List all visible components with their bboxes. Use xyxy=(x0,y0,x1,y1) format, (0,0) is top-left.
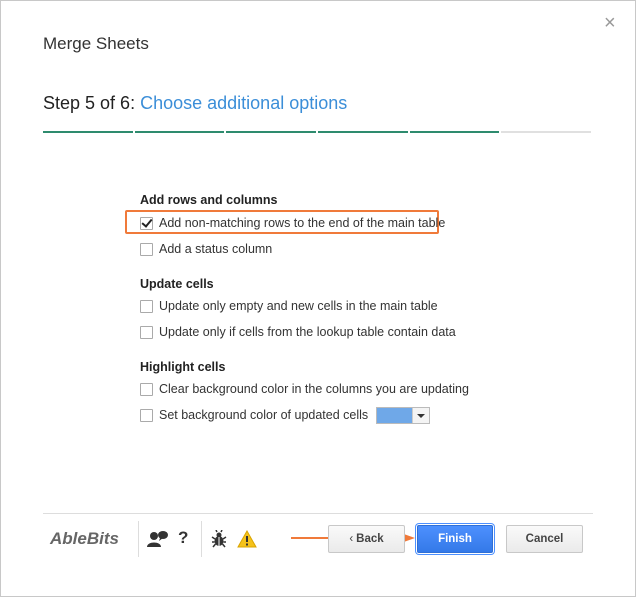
step-header: Step 5 of 6: Choose additional options xyxy=(43,93,347,114)
help-icon[interactable]: ? xyxy=(178,528,188,548)
step-progress-bar xyxy=(43,131,591,133)
option-label: Add a status column xyxy=(159,242,273,256)
step-counter: Step 5 of 6: xyxy=(43,93,136,113)
option-set-background-color[interactable]: Set background color of updated cells xyxy=(140,406,431,424)
option-label: Add non-matching rows to the end of the … xyxy=(159,216,446,230)
progress-segment xyxy=(134,131,225,133)
checkbox[interactable] xyxy=(140,408,153,422)
footer-separator xyxy=(138,521,139,557)
section-heading-update-cells: Update cells xyxy=(140,277,214,291)
finish-label: Finish xyxy=(438,533,472,545)
finish-button[interactable]: Finish xyxy=(417,525,493,553)
checkbox[interactable] xyxy=(140,242,153,256)
back-button[interactable]: ‹ Back xyxy=(328,525,405,553)
checkbox[interactable] xyxy=(140,325,153,339)
option-update-if-lookup-data[interactable]: Update only if cells from the lookup tab… xyxy=(140,323,456,341)
support-icon[interactable] xyxy=(147,530,169,553)
back-label: Back xyxy=(356,533,384,545)
checkbox-checked[interactable] xyxy=(140,216,153,230)
warning-icon[interactable] xyxy=(237,529,257,553)
bug-icon[interactable] xyxy=(210,529,228,553)
ablebits-logo: AbleBits xyxy=(50,529,119,548)
progress-segment xyxy=(226,131,316,133)
checkbox[interactable] xyxy=(140,299,153,313)
option-label: Update only if cells from the lookup tab… xyxy=(159,325,456,339)
merge-sheets-dialog: Merge Sheets × Step 5 of 6: Choose addit… xyxy=(0,0,636,597)
step-title: Choose additional options xyxy=(140,93,348,113)
option-label: Update only empty and new cells in the m… xyxy=(159,299,438,313)
progress-segment xyxy=(318,131,408,133)
footer-divider xyxy=(43,513,593,514)
cancel-button[interactable]: Cancel xyxy=(506,525,583,553)
option-update-empty-new[interactable]: Update only empty and new cells in the m… xyxy=(140,297,438,315)
chevron-left-icon: ‹ xyxy=(349,533,354,545)
progress-segment xyxy=(501,131,591,133)
option-label: Clear background color in the columns yo… xyxy=(159,382,469,396)
color-picker[interactable] xyxy=(376,406,431,424)
section-heading-highlight-cells: Highlight cells xyxy=(140,360,226,374)
option-clear-background[interactable]: Clear background color in the columns yo… xyxy=(140,380,469,398)
footer-separator xyxy=(201,521,202,557)
option-add-nonmatching-rows[interactable]: Add non-matching rows to the end of the … xyxy=(140,214,445,232)
cancel-label: Cancel xyxy=(525,533,564,545)
option-label: Set background color of updated cells xyxy=(159,408,369,422)
color-swatch[interactable] xyxy=(377,407,413,423)
progress-segment xyxy=(409,131,500,133)
chevron-down-icon[interactable] xyxy=(412,407,430,423)
dialog-title: Merge Sheets xyxy=(43,34,149,53)
progress-segment xyxy=(43,131,133,133)
option-add-status-column[interactable]: Add a status column xyxy=(140,240,272,258)
close-icon[interactable]: × xyxy=(604,13,616,33)
section-heading-add-rows: Add rows and columns xyxy=(140,193,278,207)
checkbox[interactable] xyxy=(140,382,153,396)
